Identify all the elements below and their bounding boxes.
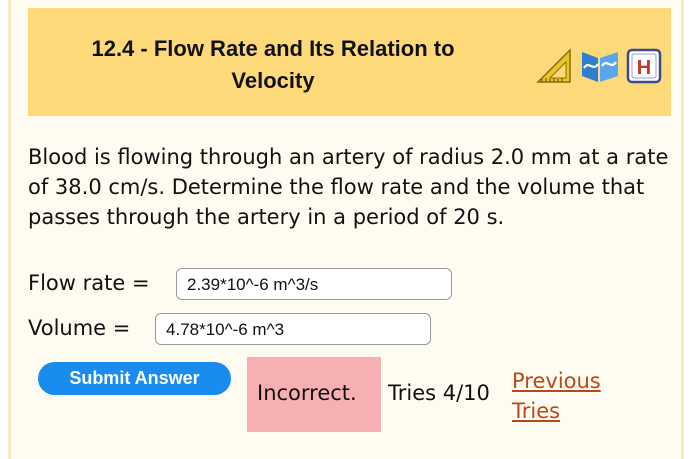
svg-text:H: H (637, 57, 651, 79)
ruler-triangle-icon[interactable] (536, 46, 576, 86)
incorrect-status: Incorrect. (257, 381, 357, 405)
problem-title: 12.4 - Flow Rate and Its Relation to Vel… (58, 33, 488, 97)
volume-label: Volume = (28, 316, 131, 340)
previous-tries-line-2[interactable]: Tries (512, 396, 601, 426)
submit-answer-button[interactable]: Submit Answer (38, 362, 231, 395)
title-line-1: 12.4 - Flow Rate and Its Relation to (91, 36, 455, 61)
volume-input[interactable]: 4.78*10^-6 m^3 (155, 313, 431, 345)
flow-rate-input[interactable]: 2.39*10^-6 m^3/s (176, 268, 452, 300)
title-line-2: Velocity (231, 68, 315, 93)
flow-rate-label: Flow rate = (28, 271, 150, 295)
hint-h-icon[interactable]: H (624, 46, 664, 86)
tries-count: Tries 4/10 (388, 381, 490, 405)
problem-statement: Blood is flowing through an artery of ra… (28, 145, 669, 229)
problem-header: 12.4 - Flow Rate and Its Relation to Vel… (28, 8, 671, 116)
previous-tries-line-1[interactable]: Previous (512, 366, 601, 396)
previous-tries-link[interactable]: Previous Tries (512, 366, 601, 426)
book-wave-icon[interactable] (580, 46, 620, 86)
